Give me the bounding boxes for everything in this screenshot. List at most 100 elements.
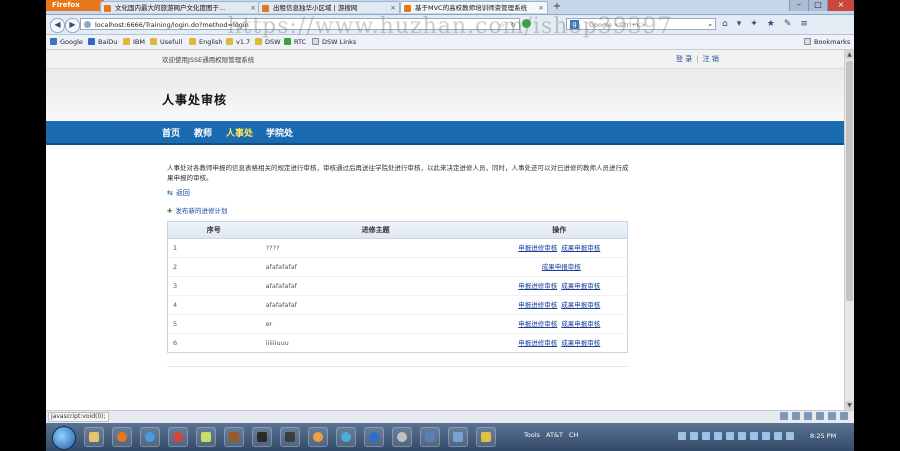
start-button[interactable]	[52, 426, 76, 450]
download-icon[interactable]	[780, 412, 788, 420]
login-link[interactable]: 登 录	[676, 55, 692, 63]
clock-app-icon[interactable]	[364, 427, 384, 447]
bookmark-rtc[interactable]: RTC	[284, 37, 306, 47]
apply-review-link[interactable]: 申报进修审核	[518, 339, 557, 347]
publish-plan-link[interactable]: ✚ 发布新的进修计划	[167, 205, 227, 215]
page-scrollbar[interactable]: ▲ ▼	[844, 50, 854, 410]
table-row: 1 ???? 申报进修审核 成果申报审核	[168, 239, 627, 258]
firefox-icon[interactable]	[112, 427, 132, 447]
tray-icon[interactable]	[786, 432, 794, 440]
forward-arrow-icon[interactable]: ▶	[65, 18, 80, 33]
apply-review-link[interactable]: 申报进修审核	[518, 320, 557, 328]
explorer-icon[interactable]	[84, 427, 104, 447]
window-icon[interactable]	[804, 412, 812, 420]
pen-icon[interactable]	[792, 412, 800, 420]
cmd-icon[interactable]	[280, 427, 300, 447]
tab-1[interactable]: 文化国内最大的旅游网户文化度图于... ×	[100, 1, 260, 13]
app-icon[interactable]	[224, 427, 244, 447]
tab-label: 文化国内最大的旅游网户文化度图于...	[115, 4, 226, 12]
taskbar-clock[interactable]: 8:25 PM	[810, 432, 836, 440]
menu-icon[interactable]: ≡	[800, 18, 808, 30]
logout-link[interactable]: 注 销	[703, 55, 719, 63]
star-icon[interactable]: ☆	[499, 19, 505, 31]
bookmark-usefull[interactable]: Usefull	[150, 37, 182, 47]
reload-icon[interactable]: ↻	[511, 19, 516, 31]
apply-review-link[interactable]: 申报进修审核	[518, 244, 557, 252]
minimize-icon[interactable]: –	[789, 0, 808, 11]
tool-icon[interactable]	[392, 427, 412, 447]
home-icon[interactable]: ⌂	[722, 18, 728, 30]
result-review-link[interactable]: 成果申报审核	[561, 301, 600, 309]
window-icon[interactable]	[816, 412, 824, 420]
close-icon[interactable]: ×	[390, 2, 396, 13]
tab-2[interactable]: 出租信息独华小区域 | 游搜网 ×	[258, 1, 400, 13]
close-icon[interactable]: ×	[538, 2, 544, 13]
scroll-down-icon[interactable]: ▼	[845, 401, 854, 410]
bookmark-menu-icon[interactable]: ★	[767, 18, 775, 30]
bookmark-v17[interactable]: v1.7	[226, 37, 250, 47]
close-window-icon[interactable]: ×	[827, 0, 854, 11]
back-arrow-icon[interactable]: ◀	[50, 18, 65, 33]
paint-icon[interactable]	[308, 427, 328, 447]
back-button[interactable]: ⇆ 返回	[167, 188, 190, 198]
result-review-link[interactable]: 成果申报审核	[561, 320, 600, 328]
media-icon[interactable]	[252, 427, 272, 447]
panel-icon[interactable]	[840, 412, 848, 420]
display-icon[interactable]	[448, 427, 468, 447]
bookmark-english[interactable]: English	[189, 37, 222, 47]
tray-icon[interactable]	[690, 432, 698, 440]
scroll-up-icon[interactable]: ▲	[845, 50, 854, 59]
search-icon[interactable]: ⌕	[708, 19, 712, 31]
tray-tools[interactable]: Tools	[524, 431, 540, 439]
bookmark-dsw[interactable]: DSW	[255, 37, 281, 47]
nav-personnel[interactable]: 人事处	[226, 126, 253, 139]
header-actions: 操作	[552, 226, 567, 234]
maximize-icon[interactable]: □	[808, 0, 827, 11]
tray-icon[interactable]	[714, 432, 722, 440]
monitor-icon[interactable]	[420, 427, 440, 447]
bookmark-google[interactable]: Google	[50, 37, 83, 47]
search-input[interactable]: g Google <Ctrl+K> ⌕	[566, 18, 716, 30]
tab-3[interactable]: 基于MVC的高校教师培训师资管理系统 ×	[400, 1, 548, 13]
apply-review-link[interactable]: 申报进修审核	[518, 301, 557, 309]
tray-icon[interactable]	[726, 432, 734, 440]
result-review-link[interactable]: 成果申报审核	[561, 282, 600, 290]
nav-teacher[interactable]: 教师	[194, 126, 212, 139]
apply-review-link[interactable]: 申报进修审核	[518, 282, 557, 290]
tray-icon[interactable]	[702, 432, 710, 440]
url-bar[interactable]: localhost:6666/Training/login.do?method=…	[80, 18, 520, 30]
disk-icon[interactable]	[828, 412, 836, 420]
nav-home[interactable]: 首页	[162, 126, 180, 139]
downloads-icon[interactable]: ▾	[737, 18, 742, 30]
tools-icon[interactable]: ✎	[784, 18, 792, 30]
nav-college[interactable]: 学院处	[266, 126, 293, 139]
bookmark-baidu[interactable]: BaiDu	[88, 37, 117, 47]
result-review-link[interactable]: 成果申报审核	[561, 339, 600, 347]
addon-status-icon[interactable]	[522, 19, 531, 28]
chrome-icon[interactable]	[168, 427, 188, 447]
ie-icon[interactable]	[140, 427, 160, 447]
close-icon[interactable]: ×	[250, 2, 256, 13]
tray-icon[interactable]	[750, 432, 758, 440]
notes-icon[interactable]	[196, 427, 216, 447]
new-tab-button[interactable]: +	[550, 1, 564, 13]
result-review-link[interactable]: 成果申报审核	[542, 263, 581, 271]
firefox-menu-button[interactable]: Firefox	[46, 0, 104, 11]
bookmark-dsw-links[interactable]: DSW Links	[312, 37, 356, 47]
scroll-thumb[interactable]	[846, 61, 853, 301]
row-topic: afafafafaf	[265, 282, 297, 290]
tab-favicon-icon	[104, 5, 111, 12]
tray-icon[interactable]	[678, 432, 686, 440]
result-review-link[interactable]: 成果申报审核	[561, 244, 600, 252]
recorder-icon[interactable]	[476, 427, 496, 447]
tray-icon[interactable]	[738, 432, 746, 440]
tray-network[interactable]: AT&T	[546, 431, 563, 439]
bookmark-ibm[interactable]: IBM	[123, 37, 145, 47]
tray-ime[interactable]: CH	[569, 431, 578, 439]
tray-icon[interactable]	[774, 432, 782, 440]
network-app-icon[interactable]	[336, 427, 356, 447]
tray-icons	[678, 432, 794, 440]
tray-icon[interactable]	[762, 432, 770, 440]
addon-icon[interactable]: ✦	[750, 18, 758, 30]
bookmarks-menu[interactable]: Bookmarks	[804, 37, 850, 47]
